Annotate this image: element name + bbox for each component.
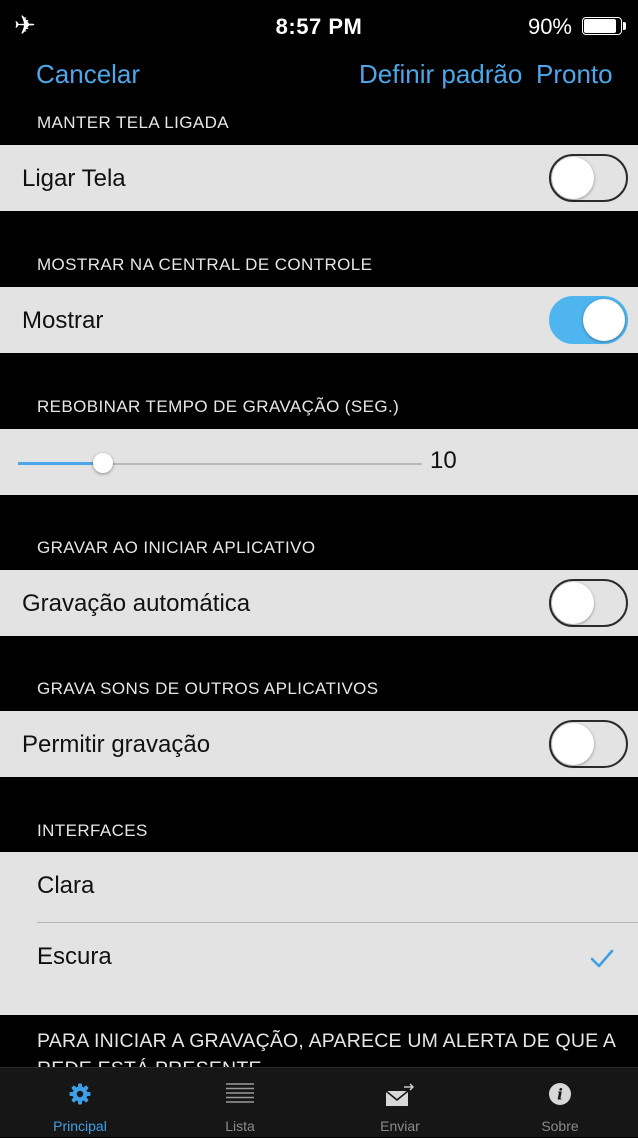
slider-value: 10: [430, 447, 457, 474]
row-allow-recording: Permitir gravação: [0, 711, 638, 777]
slider-thumb[interactable]: [93, 453, 113, 473]
theme-option-dark-label: Escura: [37, 943, 112, 970]
keep-screen-label: Ligar Tela: [22, 165, 126, 192]
navigation-bar: Cancelar Definir padrão Pronto: [0, 55, 638, 95]
footer-note: PARA INICIAR A GRAVAÇÃO, APARECE UM ALER…: [37, 1030, 616, 1067]
done-button[interactable]: Pronto: [536, 59, 613, 90]
info-icon: i: [549, 1083, 571, 1105]
auto-record-label: Gravação automática: [22, 590, 251, 617]
control-center-toggle[interactable]: [549, 296, 628, 344]
slider-track-filled: [18, 462, 104, 465]
auto-record-toggle[interactable]: [549, 579, 628, 627]
row-keep-screen: Ligar Tela: [0, 145, 638, 211]
checkmark-icon: [590, 949, 614, 968]
row-control-center: Mostrar: [0, 287, 638, 353]
list-icon: [226, 1083, 254, 1103]
allow-recording-label: Permitir gravação: [22, 731, 211, 758]
tab-label: Enviar: [380, 1118, 420, 1134]
section-header-keep-screen: MANTER TELA LIGADA: [37, 113, 230, 132]
row-rewind-slider: 10: [0, 429, 638, 495]
cancel-button[interactable]: Cancelar: [36, 59, 140, 90]
svg-text:i: i: [557, 1086, 563, 1104]
section-header-interfaces: INTERFACES: [37, 821, 148, 840]
slider-track[interactable]: [104, 463, 422, 465]
section-header-control-center: MOSTRAR NA CENTRAL DE CONTROLE: [37, 255, 373, 274]
tab-enviar[interactable]: Enviar: [320, 1068, 480, 1138]
gear-icon: [69, 1083, 91, 1105]
theme-option-light[interactable]: Clara: [0, 852, 638, 932]
tab-lista[interactable]: Lista: [160, 1068, 320, 1138]
tab-label: Lista: [225, 1118, 255, 1134]
define-default-button[interactable]: Definir padrão: [359, 59, 522, 90]
tab-label: Principal: [53, 1118, 107, 1134]
theme-option-dark[interactable]: Escura: [0, 923, 638, 1003]
tab-label: Sobre: [541, 1118, 579, 1134]
theme-option-light-label: Clara: [37, 872, 95, 899]
tab-bar: Principal Lista Enviar i Sobre: [0, 1067, 638, 1137]
row-auto-record: Gravação automática: [0, 570, 638, 636]
status-bar: ✈ 8:57 PM 90%: [0, 0, 638, 50]
theme-options: Clara Escura: [0, 852, 638, 1015]
allow-recording-toggle[interactable]: [549, 720, 628, 768]
tab-sobre[interactable]: i Sobre: [480, 1068, 638, 1138]
section-header-other-apps: GRAVA SONS DE OUTROS APLICATIVOS: [37, 679, 379, 698]
keep-screen-toggle[interactable]: [549, 154, 628, 202]
section-header-rewind: REBOBINAR TEMPO DE GRAVAÇÃO (SEG.): [37, 397, 400, 416]
battery-icon: [582, 17, 628, 37]
send-envelope-icon: [385, 1083, 414, 1106]
control-center-label: Mostrar: [22, 307, 104, 334]
section-header-start-record: GRAVAR AO INICIAR APLICATIVO: [37, 538, 316, 557]
tab-principal[interactable]: Principal: [0, 1068, 160, 1138]
battery-percent: 90%: [527, 14, 572, 39]
